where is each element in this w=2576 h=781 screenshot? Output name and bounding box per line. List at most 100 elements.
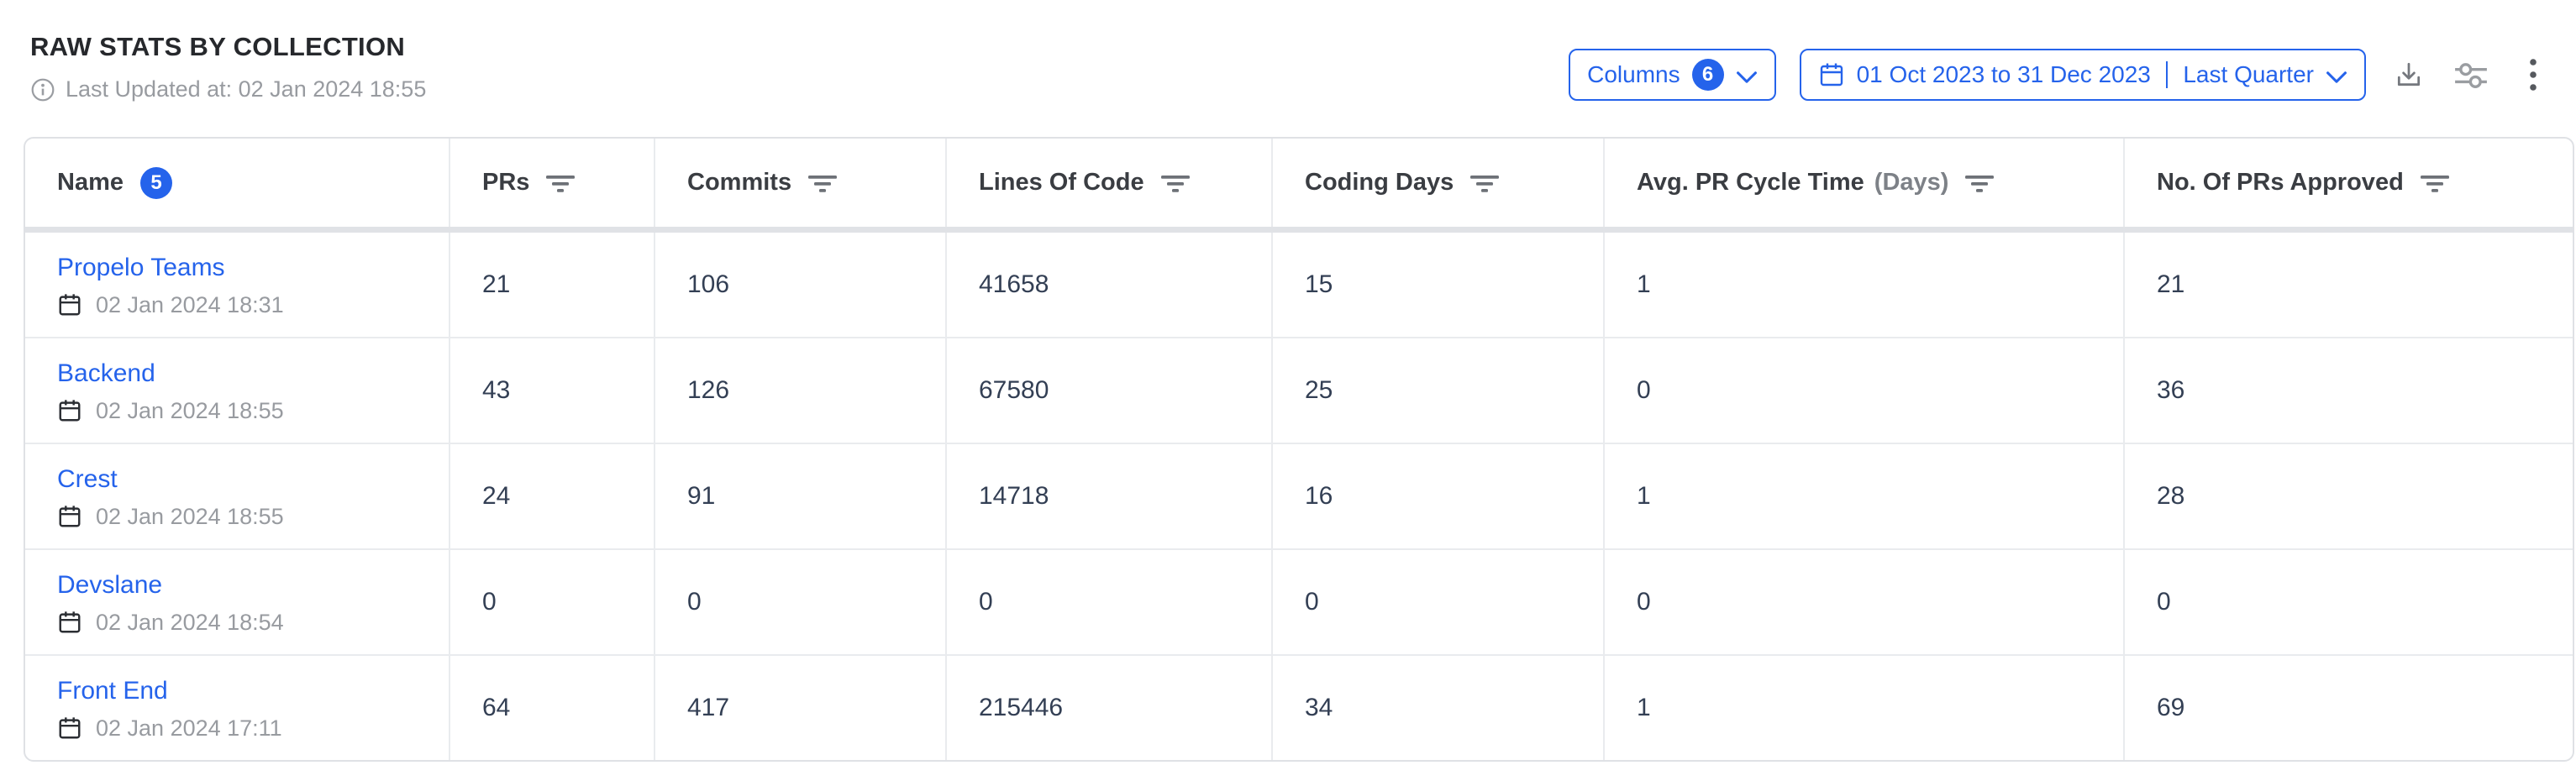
- filter-icon[interactable]: [808, 172, 837, 194]
- cell-name: Backend 02 Jan 2024 18:55: [25, 338, 450, 443]
- cell-lines-of-code: 41658: [947, 233, 1273, 337]
- collection-link[interactable]: Propelo Teams: [57, 254, 225, 282]
- cell-lines-of-code: 14718: [947, 444, 1273, 548]
- date-range-button[interactable]: 01 Oct 2023 to 31 Dec 2023 Last Quarter: [1800, 49, 2366, 101]
- column-header-prs: PRs: [450, 139, 655, 227]
- raw-stats-page: RAW STATS BY COLLECTION Last Updated at:…: [0, 0, 2576, 781]
- last-updated-text: Last Updated at: 02 Jan 2024 18:55: [66, 76, 426, 102]
- topbar-left: RAW STATS BY COLLECTION Last Updated at:…: [30, 32, 426, 102]
- row-updated: 02 Jan 2024 18:55: [57, 504, 284, 530]
- download-icon: [2395, 60, 2423, 89]
- calendar-icon: [57, 610, 82, 635]
- date-range-separator: [2166, 61, 2169, 88]
- cell-commits: 91: [655, 444, 947, 548]
- collection-link[interactable]: Backend: [57, 359, 155, 388]
- info-icon[interactable]: [30, 77, 55, 102]
- cell-coding-days: 0: [1273, 550, 1605, 654]
- cell-name: Front End 02 Jan 2024 17:11: [25, 656, 450, 760]
- cell-avg-pr-cycle-time: 0: [1605, 338, 2125, 443]
- collection-link[interactable]: Front End: [57, 677, 168, 705]
- column-header-suffix: (Days): [1874, 169, 1949, 197]
- calendar-icon: [1818, 61, 1845, 88]
- column-header-label: Name: [57, 169, 124, 197]
- more-menu-button[interactable]: [2514, 55, 2552, 94]
- cell-coding-days: 15: [1273, 233, 1605, 337]
- table-row: Crest02 Jan 2024 18:5524911471816128: [25, 444, 2573, 550]
- cell-no-of-prs-approved: 21: [2125, 233, 2573, 337]
- cell-commits: 417: [655, 656, 947, 760]
- row-updated-time: 02 Jan 2024 18:55: [96, 398, 284, 424]
- row-updated: 02 Jan 2024 18:54: [57, 610, 284, 636]
- row-updated-time: 02 Jan 2024 18:54: [96, 610, 284, 636]
- cell-prs: 43: [450, 338, 655, 443]
- date-preset-label: Last Quarter: [2183, 61, 2314, 88]
- download-button[interactable]: [2389, 55, 2428, 94]
- cell-avg-pr-cycle-time: 0: [1605, 550, 2125, 654]
- row-updated-time: 02 Jan 2024 17:11: [96, 715, 282, 742]
- filter-icon[interactable]: [1965, 172, 1994, 194]
- filter-icon[interactable]: [546, 172, 575, 194]
- topbar: RAW STATS BY COLLECTION Last Updated at:…: [0, 0, 2576, 102]
- calendar-icon: [57, 292, 82, 317]
- row-updated: 02 Jan 2024 18:55: [57, 398, 284, 424]
- column-header-label: No. Of PRs Approved: [2157, 169, 2404, 197]
- row-updated-time: 02 Jan 2024 18:31: [96, 292, 284, 318]
- column-header-label: Lines Of Code: [979, 169, 1144, 197]
- row-count-badge: 5: [140, 167, 172, 199]
- cell-prs: 21: [450, 233, 655, 337]
- column-header-coding-days: Coding Days: [1273, 139, 1605, 227]
- cell-avg-pr-cycle-time: 1: [1605, 233, 2125, 337]
- column-header-label: Coding Days: [1305, 169, 1454, 197]
- sliders-icon: [2453, 60, 2489, 90]
- filter-icon[interactable]: [1161, 172, 1190, 194]
- chevron-down-icon: [1736, 63, 1758, 90]
- cell-lines-of-code: 67580: [947, 338, 1273, 443]
- column-header-name: Name 5: [25, 139, 450, 227]
- columns-button-label: Columns: [1587, 61, 1680, 88]
- calendar-icon: [57, 715, 82, 741]
- cell-lines-of-code: 0: [947, 550, 1273, 654]
- filter-icon[interactable]: [1470, 172, 1499, 194]
- stats-table: Name 5 PRs Commits Lines Of Code Coding Days A…: [24, 137, 2574, 762]
- table-header-row: Name 5 PRs Commits Lines Of Code Coding Days A…: [25, 139, 2573, 233]
- topbar-actions: Columns 6 01 Oct 2023 to 31 Dec 2023: [1569, 49, 2552, 101]
- calendar-icon: [57, 504, 82, 529]
- table-row: Backend 02 Jan 2024 18:55 431266758025036: [25, 338, 2573, 444]
- cell-no-of-prs-approved: 36: [2125, 338, 2573, 443]
- columns-button[interactable]: Columns 6: [1569, 49, 1775, 101]
- row-updated: 02 Jan 2024 18:31: [57, 292, 284, 318]
- column-header-no-of-prs-approved: No. Of PRs Approved: [2125, 139, 2573, 227]
- column-header-lines-of-code: Lines Of Code: [947, 139, 1273, 227]
- cell-avg-pr-cycle-time: 1: [1605, 656, 2125, 760]
- row-updated: 02 Jan 2024 17:11: [57, 715, 282, 742]
- cell-commits: 126: [655, 338, 947, 443]
- filter-icon[interactable]: [2421, 172, 2449, 194]
- table-row: Devslane02 Jan 2024 18:54000000: [25, 550, 2573, 656]
- page-title: RAW STATS BY COLLECTION: [30, 32, 426, 62]
- collection-link[interactable]: Crest: [57, 465, 118, 494]
- cell-lines-of-code: 215446: [947, 656, 1273, 760]
- calendar-icon: [57, 398, 82, 423]
- column-header-avg-pr-cycle-time: Avg. PR Cycle Time (Days): [1605, 139, 2125, 227]
- cell-commits: 106: [655, 233, 947, 337]
- collection-link[interactable]: Devslane: [57, 571, 162, 600]
- cell-no-of-prs-approved: 28: [2125, 444, 2573, 548]
- table-body: Propelo Teams02 Jan 2024 18:312110641658…: [25, 233, 2573, 760]
- last-updated-row: Last Updated at: 02 Jan 2024 18:55: [30, 76, 426, 102]
- settings-button[interactable]: [2452, 55, 2490, 94]
- cell-coding-days: 16: [1273, 444, 1605, 548]
- column-header-label: Avg. PR Cycle Time: [1637, 169, 1864, 197]
- cell-commits: 0: [655, 550, 947, 654]
- table-row: Front End02 Jan 2024 17:1164417215446341…: [25, 656, 2573, 760]
- column-header-label: Commits: [687, 169, 791, 197]
- column-header-label: PRs: [482, 169, 529, 197]
- columns-count-badge: 6: [1692, 59, 1724, 91]
- row-updated-time: 02 Jan 2024 18:55: [96, 504, 284, 530]
- cell-name: Propelo Teams 02 Jan 2024 18:31: [25, 233, 450, 337]
- chevron-down-icon: [2326, 63, 2347, 90]
- cell-coding-days: 34: [1273, 656, 1605, 760]
- cell-coding-days: 25: [1273, 338, 1605, 443]
- kebab-menu-icon: [2529, 58, 2537, 92]
- cell-name: Devslane 02 Jan 2024 18:54: [25, 550, 450, 654]
- column-header-commits: Commits: [655, 139, 947, 227]
